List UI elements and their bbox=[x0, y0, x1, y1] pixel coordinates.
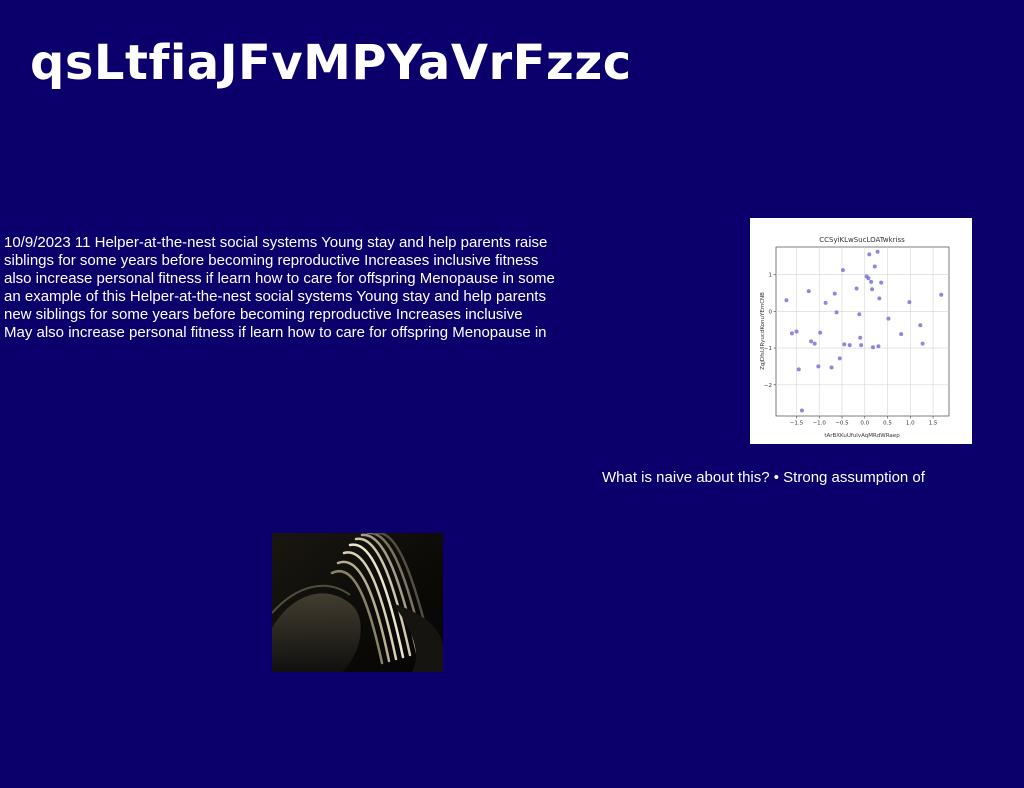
scatter-point bbox=[794, 329, 799, 334]
x-tick-label: −0.5 bbox=[835, 421, 849, 427]
body-text-line: also increase personal fitness if learn … bbox=[4, 270, 555, 287]
x-tick-label: 1.0 bbox=[906, 421, 915, 427]
scatter-point bbox=[879, 280, 884, 285]
scatter-point bbox=[939, 292, 944, 297]
scatter-chart: CCSyiKLwSucLOATwkriss −1.5 −1.0 −0.5 0.0 0.5… bbox=[750, 218, 972, 444]
scatter-point bbox=[832, 291, 837, 296]
chart-title: CCSyiKLwSucLOATwkriss bbox=[819, 236, 905, 244]
scatter-point bbox=[907, 300, 912, 305]
scatter-point bbox=[872, 264, 877, 269]
body-text-line: May also increase personal fitness if le… bbox=[4, 324, 547, 341]
x-tick-label: 0.5 bbox=[883, 421, 892, 427]
scatter-point bbox=[877, 296, 882, 301]
scatter-point bbox=[859, 343, 864, 348]
chart-background bbox=[750, 218, 972, 444]
scatter-point bbox=[806, 289, 811, 294]
scatter-point bbox=[857, 312, 862, 317]
y-axis-label: ZgjDfsUIRyucdKonuYEmCNB bbox=[760, 292, 766, 370]
body-text-line: siblings for some years before becoming … bbox=[4, 252, 539, 269]
scatter-point bbox=[870, 287, 875, 292]
scatter-point bbox=[834, 310, 839, 315]
scatter-point bbox=[920, 341, 925, 346]
scatter-point bbox=[796, 367, 801, 372]
scatter-point bbox=[823, 300, 828, 305]
scatter-point bbox=[799, 408, 804, 413]
scatter-point bbox=[886, 316, 891, 321]
scatter-point bbox=[842, 342, 847, 347]
scatter-point bbox=[816, 364, 821, 369]
y-tick-label: −2 bbox=[764, 383, 772, 389]
abstract-photo bbox=[272, 533, 443, 672]
scatter-point bbox=[784, 298, 789, 303]
x-tick-label: 1.5 bbox=[929, 421, 938, 427]
scatter-point bbox=[899, 332, 904, 337]
x-tick-label: −1.0 bbox=[813, 421, 827, 427]
scatter-point bbox=[866, 276, 871, 281]
x-tick-label: −1.5 bbox=[790, 421, 804, 427]
y-tick-label: 0 bbox=[769, 309, 773, 315]
scatter-point bbox=[869, 279, 874, 284]
scatter-point bbox=[854, 286, 859, 291]
x-tick-label: 0.0 bbox=[860, 421, 869, 427]
x-axis-label: tArBXKuUfulvAqMRdWRaep bbox=[824, 433, 900, 439]
question-caption: What is naive about this? • Strong assum… bbox=[602, 469, 925, 486]
scatter-point bbox=[858, 335, 863, 340]
scatter-point bbox=[812, 341, 817, 346]
page-title: qsLtfiaJFvMPYaVrFzzc bbox=[30, 35, 632, 91]
scatter-point bbox=[870, 345, 875, 350]
y-tick-label: 1 bbox=[769, 273, 773, 279]
scatter-point bbox=[918, 323, 923, 328]
body-text: 10/9/2023 11 Helper-at-the-nest social s… bbox=[4, 234, 596, 342]
body-text-line: an example of this Helper-at-the-nest so… bbox=[4, 288, 546, 305]
scatter-point bbox=[875, 249, 880, 254]
body-text-line: 10/9/2023 11 Helper-at-the-nest social s… bbox=[4, 234, 548, 251]
scatter-point bbox=[829, 365, 834, 370]
scatter-point bbox=[876, 344, 881, 349]
body-text-line: new siblings for some years before becom… bbox=[4, 306, 523, 323]
scatter-chart-image: CCSyiKLwSucLOATwkriss −1.5 −1.0 −0.5 0.0 0.5… bbox=[750, 218, 972, 444]
scatter-point bbox=[840, 268, 845, 273]
scatter-point bbox=[818, 330, 823, 335]
abstract-sculpture-image bbox=[272, 533, 443, 672]
scatter-point bbox=[837, 356, 842, 361]
scatter-point bbox=[867, 252, 872, 257]
scatter-point bbox=[789, 331, 794, 336]
scatter-point bbox=[809, 339, 814, 344]
scatter-point bbox=[847, 343, 852, 348]
